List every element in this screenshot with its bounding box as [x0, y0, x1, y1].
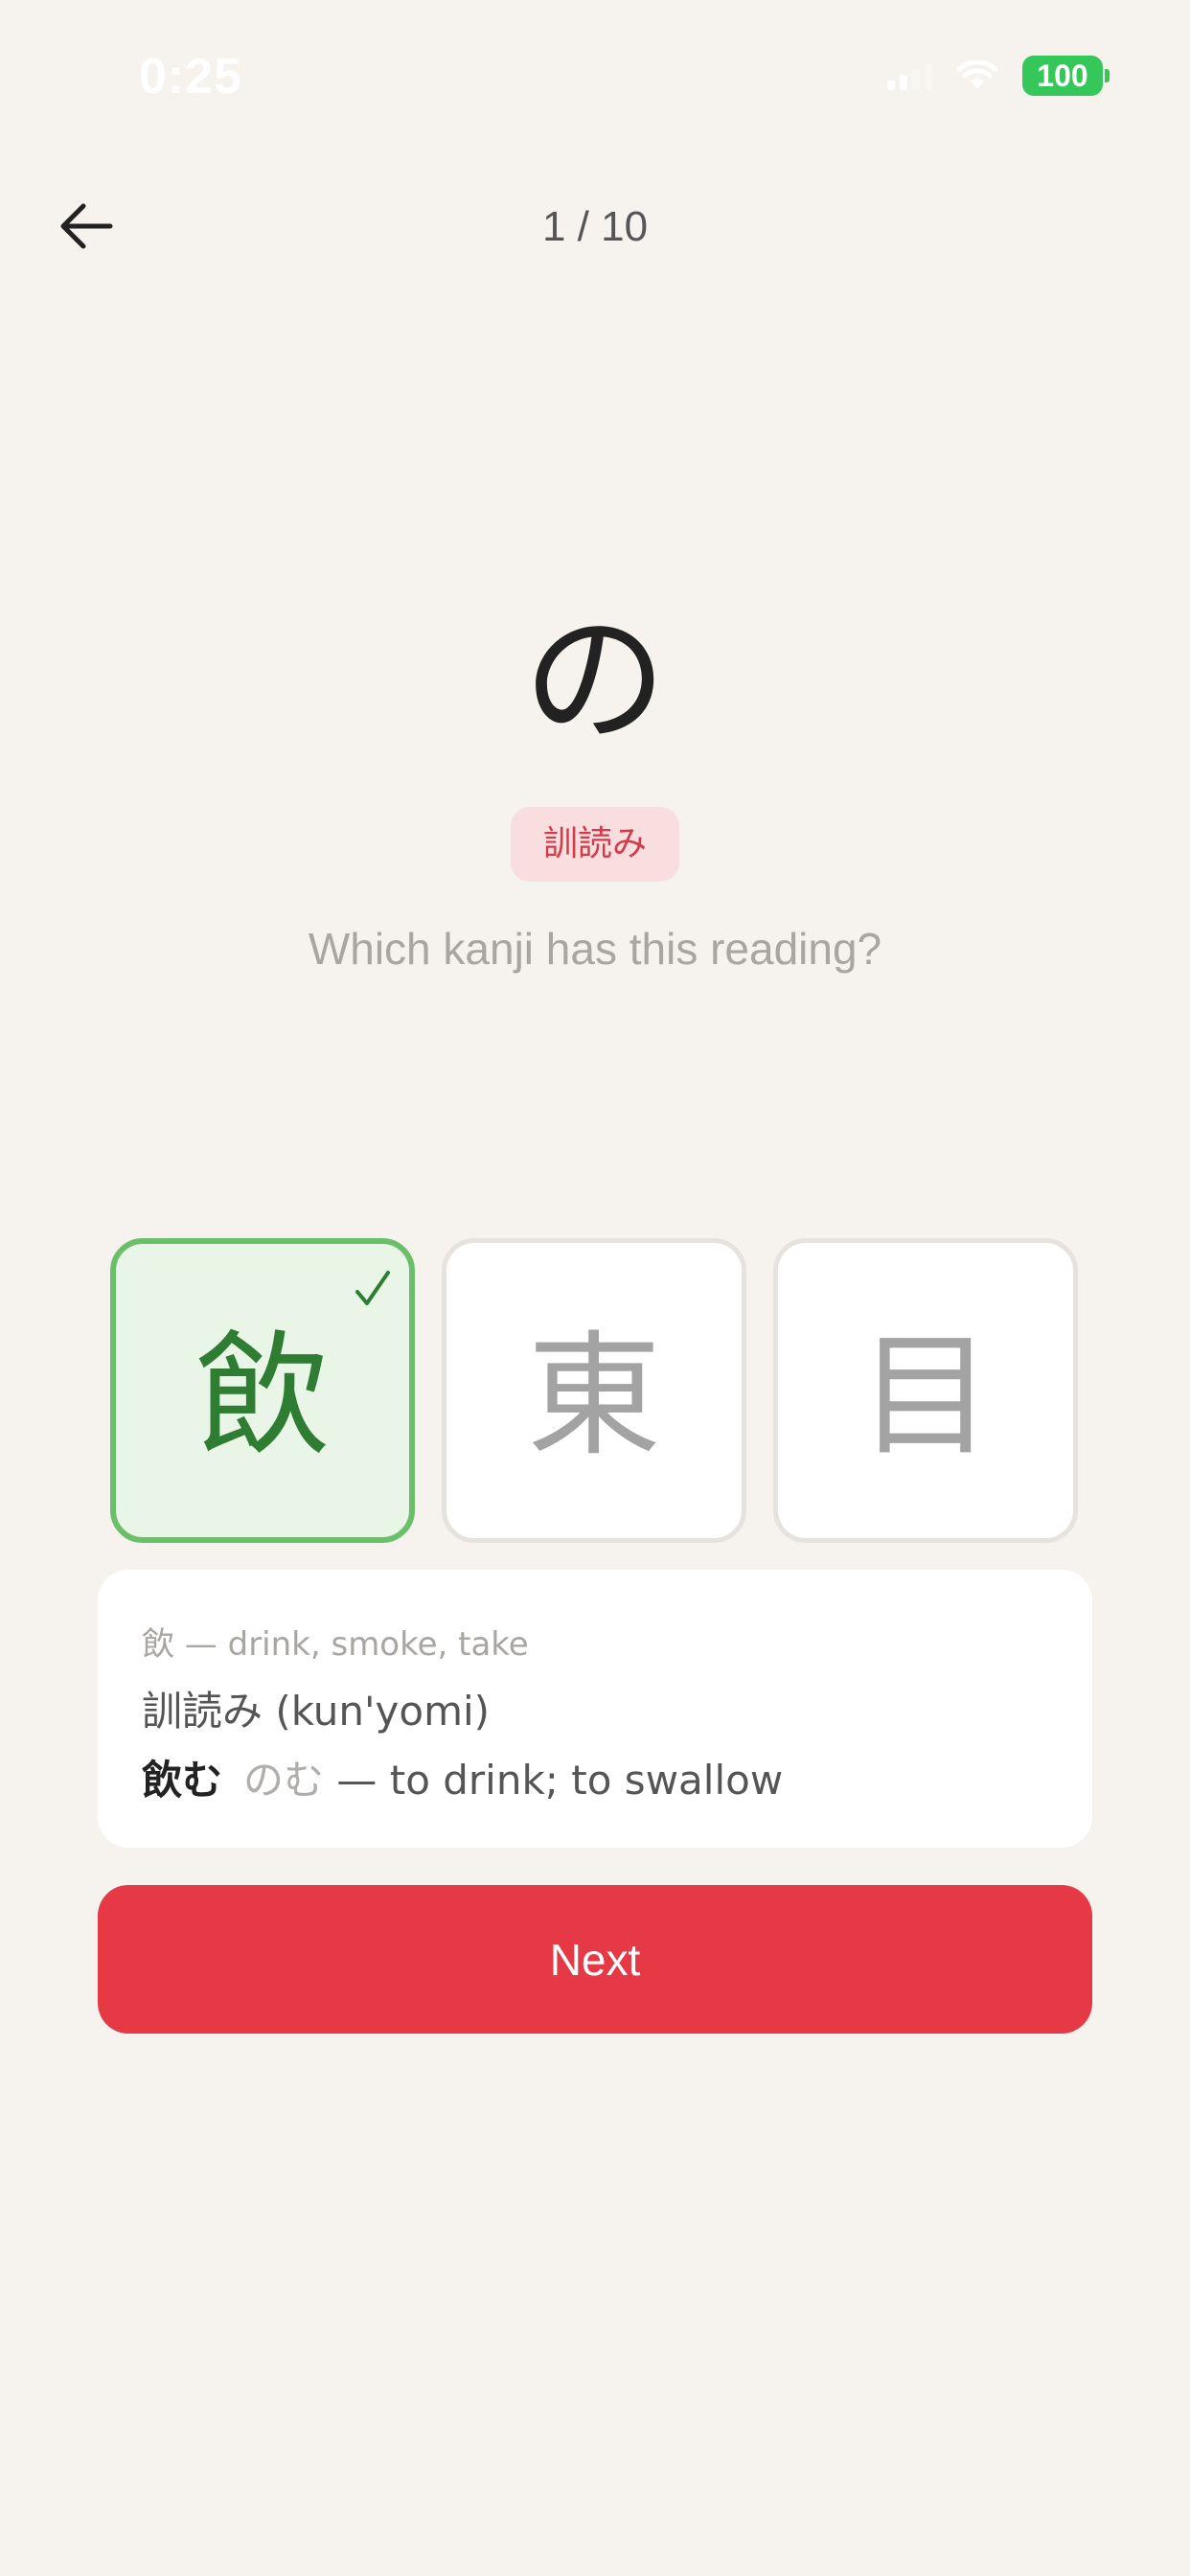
choice-kanji: 東 — [526, 1319, 661, 1475]
reading-type-label: 訓読み (kun'yomi) — [142, 1688, 491, 1735]
battery-icon: 100 — [1022, 56, 1110, 96]
status-bar: 0:25 100 — [0, 0, 1190, 153]
kanji-meaning: 飲 — drink, smoke, take — [142, 1625, 529, 1664]
choice-card-1[interactable]: 飲 — [110, 1238, 415, 1543]
battery-level: 100 — [1022, 56, 1103, 96]
checkmark-icon — [355, 1271, 390, 1305]
example-word: 飲む — [142, 1757, 223, 1804]
reading-prompt: の — [522, 597, 667, 764]
cellular-signal-icon — [887, 61, 932, 90]
example-row: 飲む のむ — to drink; to swallow — [142, 1748, 783, 1806]
status-time: 0:25 — [139, 49, 243, 104]
example-kana: のむ — [243, 1757, 325, 1804]
next-button[interactable]: Next — [98, 1885, 1092, 2034]
progress-counter: 1 / 10 — [541, 203, 649, 250]
wifi-icon — [957, 60, 997, 89]
example-gloss: — to drink; to swallow — [336, 1757, 784, 1804]
answer-choices: 飲 東 目 — [110, 1238, 1078, 1543]
question-text: Which kanji has this reading? — [308, 924, 882, 974]
answer-info-card: 飲 — drink, smoke, take 訓読み (kun'yomi) 飲む… — [98, 1570, 1092, 1848]
status-icons: 100 — [887, 56, 1110, 96]
choice-card-3[interactable]: 目 — [773, 1238, 1078, 1543]
reading-type-badge: 訓読み — [510, 807, 679, 882]
choice-card-2[interactable]: 東 — [442, 1238, 746, 1543]
choice-kanji: 飲 — [195, 1319, 330, 1475]
choice-kanji: 目 — [858, 1319, 993, 1475]
